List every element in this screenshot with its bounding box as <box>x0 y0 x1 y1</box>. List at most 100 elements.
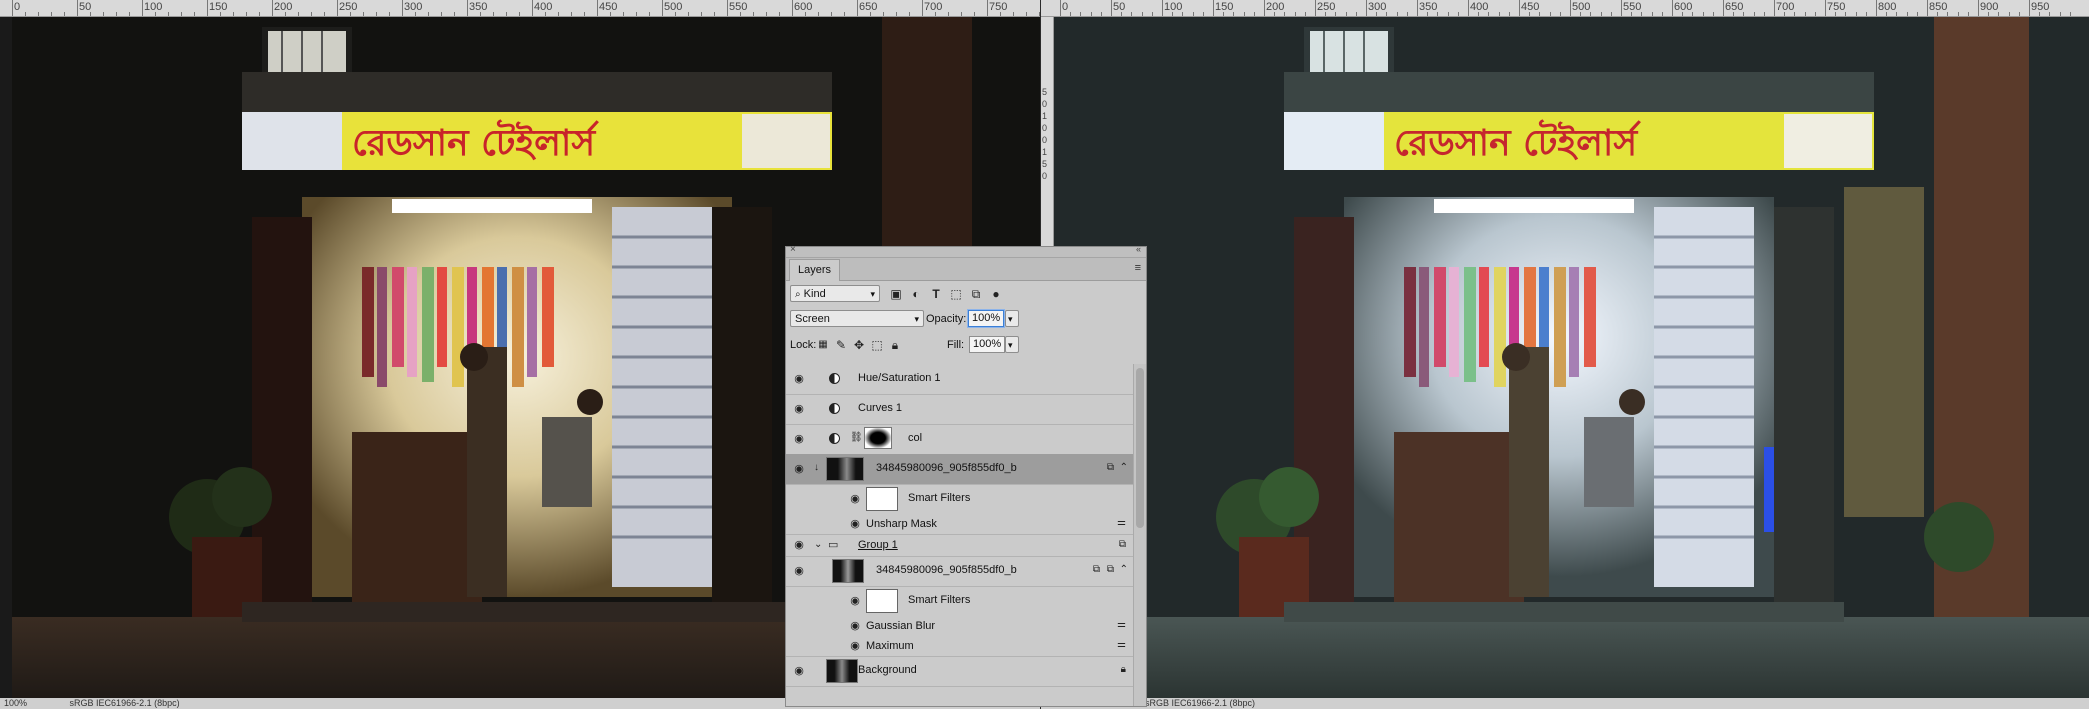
ruler-minor-tick <box>1000 12 1001 16</box>
visibility-eye-icon[interactable]: ◉ <box>848 517 862 531</box>
fill-dropdown[interactable]: ▾ <box>1005 336 1019 353</box>
layer-name[interactable]: 34845980096_905f855df0_b <box>876 564 1017 576</box>
right-canvas[interactable]: রেডসান টেইলার্স <box>1054 17 2089 698</box>
ruler-minor-tick <box>350 12 351 16</box>
layer-mask-thumbnail[interactable] <box>864 427 892 449</box>
ruler-minor-tick <box>1100 12 1102 16</box>
lock-image-icon[interactable]: ✎ <box>834 338 848 352</box>
ruler-minor-tick <box>129 12 130 16</box>
layer-row-background[interactable]: ◉ Background 🔒︎ <box>786 656 1134 687</box>
smart-filters-row[interactable]: ◉ Smart Filters <box>786 484 1134 514</box>
visibility-eye-icon[interactable]: ◉ <box>792 402 806 416</box>
layer-row-smart-object[interactable]: ◉ 34845980096_905f855df0_b ⧉ ⧉ ⌃ <box>786 556 1134 587</box>
fill-field[interactable]: 100% <box>969 336 1005 353</box>
tab-layers[interactable]: Layers <box>789 259 841 281</box>
ruler-tick <box>1060 0 1061 16</box>
layer-row-group[interactable]: ◉ ⌄ ▭ Group 1 ⧉ <box>786 534 1134 557</box>
filter-row-gaussian-blur[interactable]: ◉ Gaussian Blur ⚌ <box>786 616 1134 636</box>
ruler-minor-tick <box>766 12 767 16</box>
scrollbar-thumb[interactable] <box>1136 368 1144 528</box>
ruler-tick <box>1213 0 1214 16</box>
ruler-minor-tick <box>1121 12 1123 16</box>
mask-link-icon[interactable]: ⛓ <box>850 432 863 443</box>
opacity-dropdown[interactable]: ▾ <box>1005 310 1019 327</box>
visibility-eye-icon[interactable]: ◉ <box>792 538 806 552</box>
visibility-eye-icon[interactable]: ◉ <box>792 462 806 476</box>
right-document-window[interactable]: 0 50 100 150 200 250 300 350 400 450 500 550 600 650 7… <box>1041 0 2089 709</box>
layer-thumbnail[interactable] <box>826 659 858 683</box>
chevron-up-icon[interactable]: ⌃ <box>1120 462 1128 473</box>
filter-blending-options-icon[interactable]: ⚌ <box>1117 639 1126 650</box>
ruler-label: 700 <box>924 1 943 13</box>
opacity-field[interactable]: 100% <box>968 310 1004 327</box>
panel-menu-icon[interactable]: ≡ <box>1135 262 1141 274</box>
layer-thumbnail[interactable] <box>832 559 864 583</box>
ruler-minor-tick <box>259 12 260 16</box>
lock-position-icon[interactable]: ✥ <box>852 338 866 352</box>
visibility-eye-icon[interactable]: ◉ <box>792 664 806 678</box>
ruler-tick <box>2029 0 2030 16</box>
visibility-eye-icon[interactable]: ◉ <box>792 372 806 386</box>
ruler-minor-tick <box>25 12 26 16</box>
panel-title-bar[interactable]: × « <box>786 244 1146 258</box>
smart-filters-row-2[interactable]: ◉ Smart Filters <box>786 586 1134 616</box>
visibility-eye-icon[interactable]: ◉ <box>848 594 862 608</box>
filter-toggle-icon[interactable]: ● <box>989 287 1003 301</box>
ruler-tick <box>1468 0 1469 16</box>
lock-artboard-icon[interactable]: ⬚ <box>870 338 884 352</box>
filter-name[interactable]: Unsharp Mask <box>866 518 937 530</box>
layer-row-col[interactable]: ◉ ⛓ col <box>786 424 1134 455</box>
collapse-panel-icon[interactable]: « <box>1136 244 1141 254</box>
blend-mode-value: Screen <box>795 313 830 325</box>
group-effects-icon[interactable]: ⧉ <box>1119 539 1126 550</box>
filter-name[interactable]: Gaussian Blur <box>866 620 935 632</box>
layer-row-curves[interactable]: ◉ Curves 1 <box>786 394 1134 425</box>
chevron-down-icon[interactable]: ⌄ <box>814 539 822 550</box>
chevron-down-icon: ▾ <box>1008 340 1013 350</box>
adjustment-layer-icon <box>829 433 840 444</box>
filter-blending-options-icon[interactable]: ⚌ <box>1117 619 1126 630</box>
ruler-tick <box>142 0 143 16</box>
smart-filter-mask-thumbnail[interactable] <box>866 589 898 613</box>
ruler-tick <box>1417 0 1418 16</box>
visibility-eye-icon[interactable]: ◉ <box>848 492 862 506</box>
layer-name[interactable]: col <box>908 432 922 444</box>
kind-filter-select[interactable]: ⌕ Kind ▾ <box>790 285 880 302</box>
layers-panel[interactable]: × « Layers ≡ ⌕ Kind ▾ ▣ ◐ T ⬚ ⧉ ● Screen… <box>785 244 1147 707</box>
ruler-minor-tick <box>1835 12 1837 16</box>
blend-mode-select[interactable]: Screen ▾ <box>790 310 924 327</box>
chevron-up-icon[interactable]: ⌃ <box>1120 564 1128 575</box>
lock-all-icon[interactable]: 🔒︎ <box>888 338 902 352</box>
visibility-eye-icon[interactable]: ◉ <box>848 619 862 633</box>
layer-row-smart-object-selected[interactable]: ◉ ↓ 34845980096_905f855df0_b ⧉ ⌃ <box>786 454 1134 485</box>
visibility-eye-icon[interactable]: ◉ <box>848 639 862 653</box>
smart-object-filter-icon[interactable]: ⧉ <box>969 287 983 301</box>
ruler-minor-tick <box>298 12 299 16</box>
layer-name[interactable]: Curves 1 <box>858 402 902 414</box>
close-panel-icon[interactable]: × <box>790 244 796 255</box>
visibility-eye-icon[interactable]: ◉ <box>792 564 806 578</box>
adjustment-filter-icon[interactable]: ◐ <box>909 287 923 301</box>
filter-row-unsharp-mask[interactable]: ◉ Unsharp Mask ⚌ <box>786 514 1134 535</box>
layer-thumbnail[interactable] <box>826 457 864 481</box>
layer-name[interactable]: 34845980096_905f855df0_b <box>876 462 1017 474</box>
layers-scrollbar[interactable] <box>1133 364 1146 706</box>
layer-name[interactable]: Hue/Saturation 1 <box>858 372 941 384</box>
layers-list[interactable]: ◉ Hue/Saturation 1 ◉ Curves 1 ◉ ⛓ col ◉ … <box>786 364 1134 706</box>
layer-name[interactable]: Background <box>858 664 917 676</box>
ruler-label: 400 <box>534 1 553 13</box>
type-filter-icon[interactable]: T <box>929 287 943 301</box>
smart-filter-mask-thumbnail[interactable] <box>866 487 898 511</box>
pixel-filter-icon[interactable]: ▣ <box>889 287 903 301</box>
ruler-label: 5 <box>1042 159 1048 169</box>
filter-blending-options-icon[interactable]: ⚌ <box>1117 517 1126 528</box>
filter-name[interactable]: Maximum <box>866 640 914 652</box>
ruler-minor-tick <box>974 12 975 16</box>
filter-row-maximum[interactable]: ◉ Maximum ⚌ <box>786 636 1134 657</box>
visibility-eye-icon[interactable]: ◉ <box>792 432 806 446</box>
ruler-tick <box>532 0 533 16</box>
layer-row-hue-saturation[interactable]: ◉ Hue/Saturation 1 <box>786 364 1134 395</box>
group-name[interactable]: Group 1 <box>858 539 898 551</box>
lock-transparent-icon[interactable]: ▦ <box>816 338 830 352</box>
shape-filter-icon[interactable]: ⬚ <box>949 287 963 301</box>
